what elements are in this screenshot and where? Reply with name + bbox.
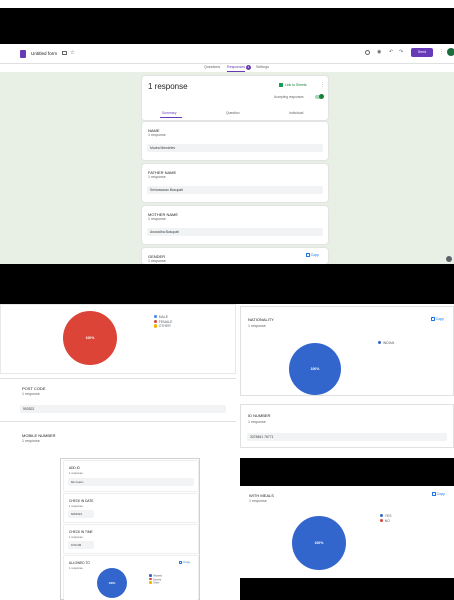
subtab-indicator: [160, 117, 182, 118]
tab-questions[interactable]: Questions: [204, 65, 220, 69]
answer-value: 592522: [20, 405, 226, 413]
question-label: ADD ID: [69, 466, 80, 470]
gender-chart-panel: 100% MALE FEMALE OTHER: [0, 304, 236, 374]
tab-settings[interactable]: Settings: [256, 65, 269, 69]
answer-value: Srinivasarao Busupati: [147, 186, 323, 194]
forms-body: 1 response Link to Sheets ⋮ Accepting re…: [0, 72, 454, 264]
response-count: 1 response: [148, 175, 166, 179]
allowed-legend: Allowed Denied Other: [149, 574, 162, 585]
response-count: 1 response: [22, 439, 40, 443]
response-count: 1 response: [148, 259, 166, 263]
preview-icon[interactable]: ◉: [377, 49, 381, 55]
tab-responses[interactable]: Responses: [227, 65, 245, 69]
meals-letterbox-bottom: [240, 578, 454, 600]
answer-value: 6/8/2023: [68, 510, 94, 518]
meals-letterbox-top: [240, 458, 454, 486]
legend-item: NO: [380, 518, 392, 524]
response-count: 1 response: [69, 535, 83, 539]
copy-icon: [306, 253, 310, 257]
question-label: MOBILE NUMBER: [22, 433, 56, 438]
nationality-pie-chart: 100%: [289, 343, 341, 395]
meals-legend: YES NO: [380, 514, 392, 523]
copy-chart-button[interactable]: Copy: [306, 253, 319, 257]
undo-icon[interactable]: ↶: [389, 49, 393, 55]
answer-value: 9:00 AM: [68, 541, 94, 549]
copy-chart-button[interactable]: Copy: [179, 560, 190, 564]
response-card-father-name: FATHER NAME 1 response Srinivasarao Busu…: [142, 164, 328, 202]
gender-legend: MALE FEMALE OTHER: [154, 315, 172, 329]
allowed-pie-chart: 100%: [97, 568, 127, 598]
question-label: CHECK IN DATE: [69, 499, 94, 503]
response-count: 1 response: [248, 324, 266, 328]
answer-value: Mu Guam: [68, 478, 194, 486]
post-code-card: POST CODE 1 response 592522: [0, 378, 236, 422]
response-count: 1 response: [249, 499, 267, 503]
response-card-gender: GENDER 1 response Copy: [142, 248, 328, 264]
response-count: 1 response: [148, 82, 188, 91]
top-letterbox: [0, 8, 454, 44]
legend-item: INDIAN: [378, 341, 394, 346]
palette-icon[interactable]: [365, 50, 370, 55]
responses-badge: 1: [246, 64, 251, 70]
question-label: CHECK IN TIME: [69, 530, 93, 534]
subtab-summary[interactable]: Summary: [162, 111, 177, 115]
with-meals-card: WITH MEALS 1 response Copy 100% YES NO: [240, 486, 454, 578]
bottom-letterbox: [0, 264, 454, 304]
response-count: 1 response: [69, 566, 83, 570]
question-label: ID NUMBER: [248, 413, 271, 418]
small-card-check-in-date: CHECK IN DATE 1 response 6/8/2023: [64, 494, 198, 522]
response-card-mother-name: MOTHER NAME 1 response Anuradha Busupati: [142, 206, 328, 244]
small-screenshot: ADD ID 1 response Mu Guam CHECK IN DATE …: [60, 458, 200, 600]
answer-value: Mudra Mendelev: [147, 144, 323, 152]
question-label: NATIONALITY: [248, 317, 274, 322]
nationality-card: NATIONALITY 1 response Copy 100% INDIAN: [240, 306, 454, 396]
question-label: WITH MEALS: [249, 493, 274, 498]
redo-icon[interactable]: ↷: [399, 49, 403, 55]
star-icon[interactable]: ☆: [70, 50, 75, 56]
small-card-add-id: ADD ID 1 response Mu Guam: [64, 461, 198, 491]
sheets-icon[interactable]: [279, 82, 283, 87]
help-icon[interactable]: [446, 256, 452, 262]
response-count: 1 response: [248, 420, 266, 424]
more-vert-icon[interactable]: ⋮: [320, 82, 325, 88]
subtab-individual[interactable]: Individual: [289, 111, 303, 115]
forms-tabbar: Questions Responses 1 Settings: [0, 64, 454, 72]
small-card-check-in-time: CHECK IN TIME 1 response 9:00 AM: [64, 525, 198, 553]
answer-value: 3378461 76771: [247, 433, 447, 441]
question-label: POST CODE: [22, 386, 46, 391]
link-sheets-button[interactable]: Link to Sheets: [285, 83, 307, 87]
legend-item: Other: [149, 581, 162, 585]
response-count: 1 response: [69, 471, 83, 475]
copy-icon: [179, 560, 182, 564]
nationality-legend: INDIAN: [378, 341, 394, 346]
response-count: 1 response: [69, 504, 83, 508]
more-vert-icon[interactable]: ⋮: [439, 49, 444, 55]
send-button[interactable]: Send: [411, 48, 433, 57]
forms-logo-icon[interactable]: [20, 50, 26, 58]
question-label: ALLOWED TO: [69, 561, 90, 565]
gender-pie-chart: 100%: [63, 311, 117, 365]
legend-item: OTHER: [154, 324, 172, 329]
accepting-toggle[interactable]: [315, 94, 324, 99]
form-title[interactable]: Untitled form: [31, 51, 57, 56]
id-number-card: ID NUMBER 1 response 3378461 76771: [240, 404, 454, 448]
meals-pie-chart: 100%: [292, 516, 346, 570]
accepting-label: Accepting responses: [274, 95, 304, 99]
copy-chart-button[interactable]: Copy: [432, 492, 445, 496]
answer-value: Anuradha Busupati: [147, 228, 323, 236]
avatar[interactable]: [447, 48, 454, 56]
response-count: 1 response: [148, 133, 166, 137]
response-count: 1 response: [148, 217, 166, 221]
subtab-question[interactable]: Question: [226, 111, 240, 115]
response-card-name: NAME 1 response Mudra Mendelev: [142, 122, 328, 160]
response-count: 1 response: [22, 392, 40, 396]
summary-card: 1 response Link to Sheets ⋮ Accepting re…: [142, 76, 328, 120]
mobile-number-card: MOBILE NUMBER 1 response: [0, 426, 236, 454]
small-card-allowed: ALLOWED TO 1 response Copy 100% Allowed …: [64, 556, 198, 600]
copy-chart-button[interactable]: Copy: [431, 317, 444, 321]
copy-icon: [432, 492, 436, 496]
folder-icon[interactable]: [62, 51, 67, 55]
copy-icon: [431, 317, 435, 321]
forms-header: Untitled form ☆ ◉ ↶ ↷ Send ⋮: [0, 44, 454, 64]
